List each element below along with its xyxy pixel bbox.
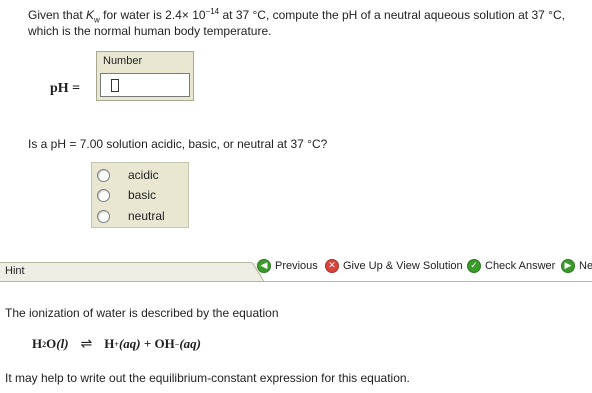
eq-h: H <box>32 336 43 351</box>
number-label: Number <box>103 55 143 67</box>
option-neutral[interactable]: neutral <box>97 206 165 226</box>
radio-basic[interactable] <box>97 188 110 202</box>
question-2-text: Is a pH = 7.00 solution acidic, basic, o… <box>28 137 328 151</box>
divider <box>0 281 592 282</box>
exponent: −14 <box>205 7 220 16</box>
hint-tab-background <box>0 263 262 281</box>
option-basic[interactable]: basic <box>97 185 156 205</box>
equilibrium-arrow-icon: ⇌ <box>80 336 93 352</box>
radio-neutral[interactable] <box>97 209 110 223</box>
kw-symbol: K <box>86 8 95 22</box>
give-up-button[interactable]: ✕ Give Up & View Solution <box>325 258 463 274</box>
eq-oh: OH <box>154 336 175 351</box>
eq-liquid: (l) <box>56 336 69 351</box>
hint-text-2: It may help to write out the equilibrium… <box>5 371 410 385</box>
x-icon: ✕ <box>325 259 339 273</box>
question-1-suffix: at 37 °C, compute the pH of a neutral aq… <box>219 8 565 22</box>
checkmark-icon: ✓ <box>467 259 481 273</box>
option-acidic[interactable]: acidic <box>97 165 159 185</box>
question-1-middle: for water is 2.4× 10 <box>99 8 206 22</box>
answer-options: acidic basic neutral <box>91 162 189 228</box>
next-button[interactable]: ▶ Ne <box>561 258 592 274</box>
arrow-right-icon: ▶ <box>561 259 575 273</box>
divider <box>0 262 252 263</box>
previous-button[interactable]: ◀ Previous <box>257 258 318 274</box>
question-1-text: Given that Kw for water is 2.4× 10−14 at… <box>28 7 588 39</box>
next-label: Ne <box>579 260 592 272</box>
option-basic-label: basic <box>128 188 157 202</box>
arrow-left-icon: ◀ <box>257 259 271 273</box>
option-neutral-label: neutral <box>128 209 165 223</box>
ph-number-input[interactable] <box>100 73 190 97</box>
ph-label: pH = <box>50 81 81 96</box>
radio-acidic[interactable] <box>97 168 110 182</box>
number-answer-box: Number <box>96 51 194 101</box>
give-up-label: Give Up & View Solution <box>343 260 463 272</box>
option-acidic-label: acidic <box>128 168 159 182</box>
eq-plus: + <box>140 336 155 351</box>
previous-label: Previous <box>275 260 318 272</box>
check-answer-label: Check Answer <box>485 260 556 272</box>
eq-h-ion: H <box>104 336 115 351</box>
hint-tab[interactable]: Hint <box>5 265 25 277</box>
eq-o: O <box>46 336 57 351</box>
text-cursor-icon <box>111 79 119 92</box>
check-answer-button[interactable]: ✓ Check Answer <box>467 258 555 274</box>
ionization-equation: H 2 O (l) ⇌ H + (aq) + OH − (aq) <box>32 336 201 352</box>
eq-aq-1: (aq) <box>118 336 141 351</box>
eq-aq-2: (aq) <box>179 336 202 351</box>
question-1-line2: which is the normal human body temperatu… <box>28 24 272 38</box>
question-1-prefix: Given that <box>28 8 87 22</box>
hint-text-1: The ionization of water is described by … <box>5 306 279 320</box>
